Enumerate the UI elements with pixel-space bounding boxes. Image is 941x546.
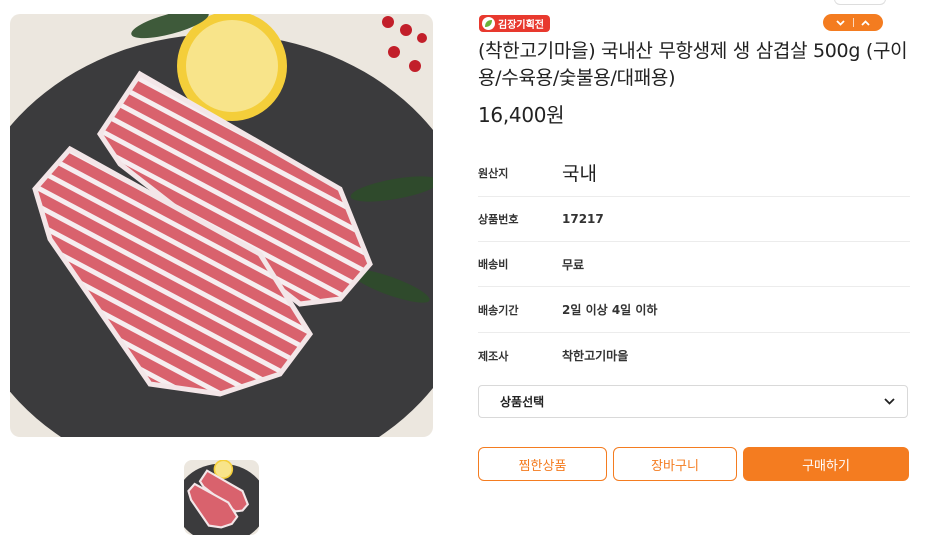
product-title: (착한고기마을) 국내산 무항생제 생 삼겹살 500g (구이용/수육용/숯불…	[478, 40, 908, 89]
info-value: 무료	[562, 257, 585, 272]
info-label: 상품번호	[478, 213, 519, 226]
info-value: 2일 이상 4일 이하	[562, 303, 658, 317]
wishlist-button[interactable]: 찜한상품	[478, 447, 607, 481]
info-label: 배송기간	[478, 303, 519, 317]
info-value: 착한고기마을	[562, 349, 629, 363]
leaf-icon	[482, 17, 495, 30]
chevron-down-icon	[884, 398, 895, 405]
info-label: 배송비	[478, 258, 509, 271]
info-value: 국내	[562, 163, 597, 185]
product-price: 16,400원	[478, 103, 565, 127]
option-select-label: 상품선택	[500, 395, 545, 409]
event-badge: 김장기획전	[479, 15, 550, 32]
cart-button[interactable]: 장바구니	[613, 447, 737, 481]
top-ghost-box	[834, 0, 886, 5]
info-row-origin: 원산지 국내	[478, 149, 910, 197]
info-row-manufacturer: 제조사 착한고기마을	[478, 333, 910, 378]
info-row-delivery-period: 배송기간 2일 이상 4일 이하	[478, 287, 910, 333]
option-select[interactable]: 상품선택	[478, 385, 908, 418]
info-value: 17217	[562, 212, 604, 226]
chevron-down-icon	[836, 19, 845, 26]
info-label: 제조사	[478, 349, 509, 363]
buy-button[interactable]: 구매하기	[743, 447, 909, 481]
prev-product-button[interactable]	[854, 14, 878, 31]
info-row-product-number: 상품번호 17217	[478, 197, 910, 242]
info-row-shipping-fee: 배송비 무료	[478, 242, 910, 287]
product-nav-pill	[823, 14, 883, 31]
chevron-up-icon	[861, 19, 870, 26]
product-thumbnail[interactable]	[184, 460, 259, 535]
product-info-table: 원산지 국내 상품번호 17217 배송비 무료 배송기간 2일 이상 4일 이…	[478, 149, 910, 378]
next-product-button[interactable]	[829, 14, 853, 31]
info-label: 원산지	[478, 166, 509, 180]
product-main-image	[10, 14, 433, 437]
badge-label: 김장기획전	[498, 20, 544, 31]
